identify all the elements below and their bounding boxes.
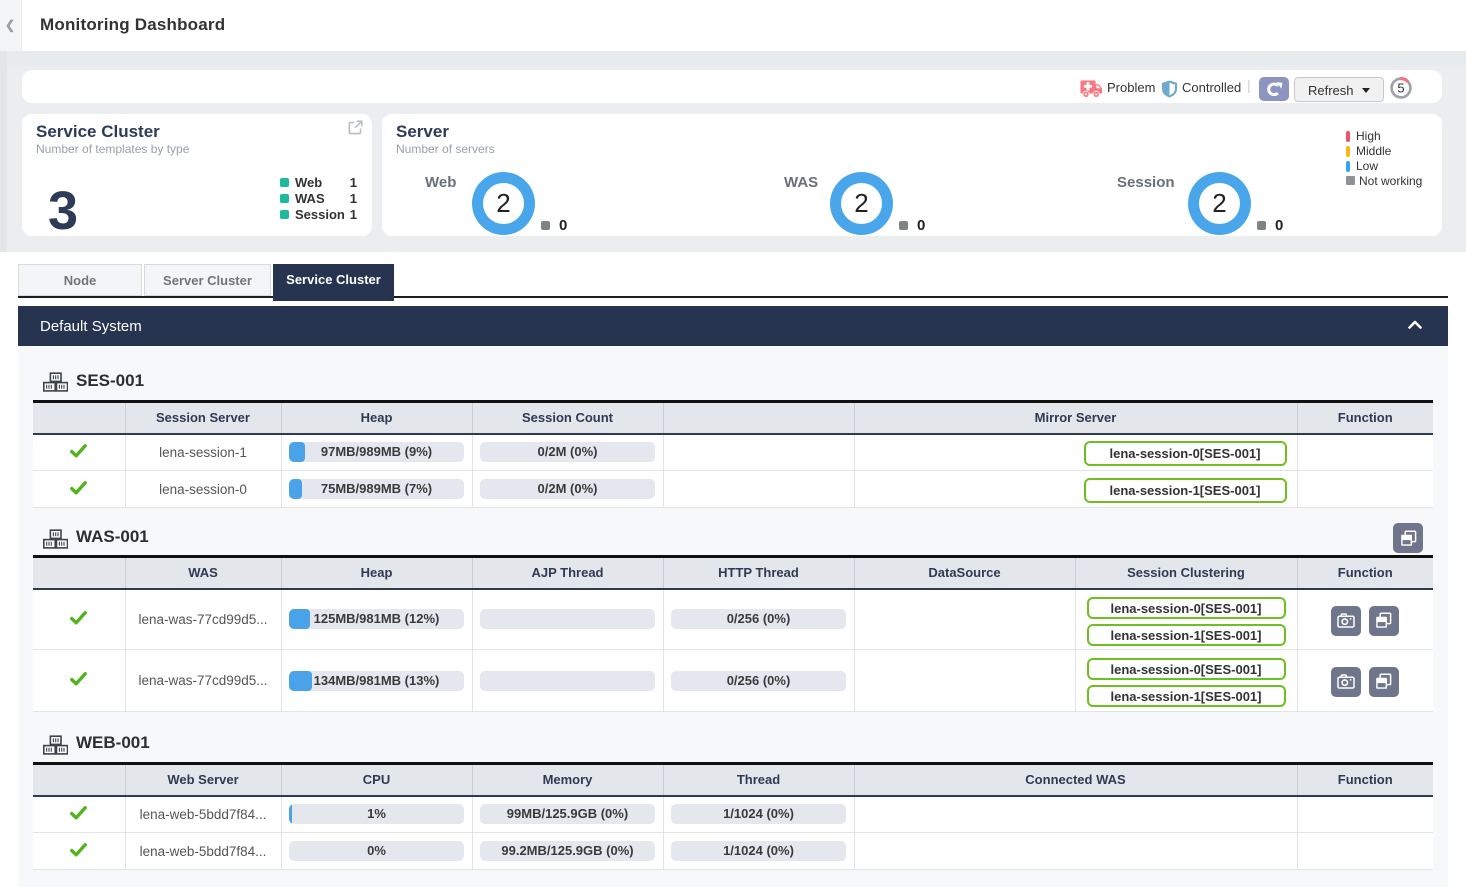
svg-text:5: 5 (1397, 81, 1404, 96)
